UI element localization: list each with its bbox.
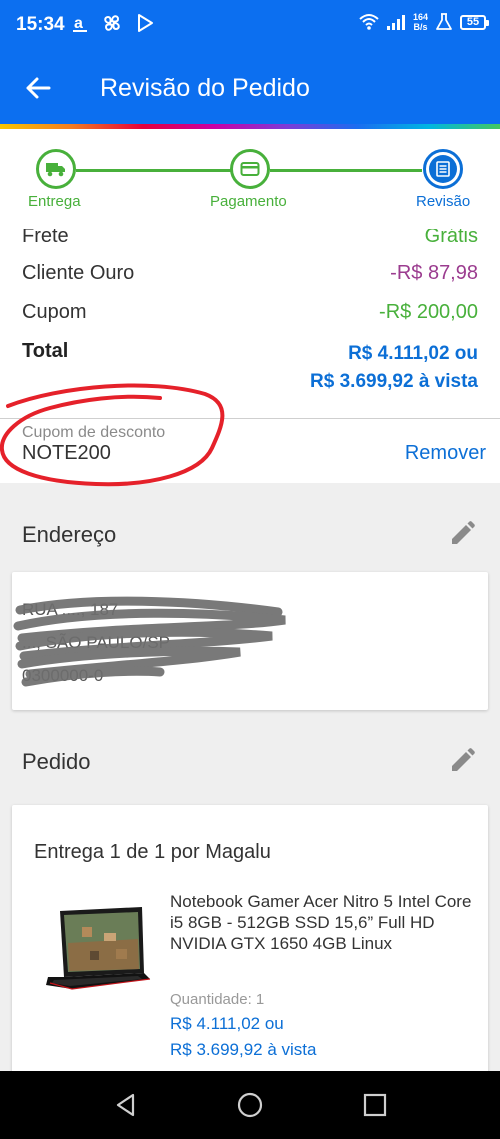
summary-row-cliente-ouro: Cliente Ouro -R$ 87,98 xyxy=(22,262,478,292)
product-name: Notebook Gamer Acer Nitro 5 Intel Core i… xyxy=(170,892,472,953)
step-label-pagamento: Pagamento xyxy=(210,193,287,210)
address-section-title: Endereço xyxy=(22,522,117,547)
total-label: Total xyxy=(22,340,69,362)
page-title: Revisão do Pedido xyxy=(100,74,310,102)
order-card: Entrega 1 de 1 por Magalu Notebook Gamer… xyxy=(12,805,488,1085)
quantity-label: Quantidade: xyxy=(170,991,252,1008)
signal-icon xyxy=(386,15,405,30)
summary-row-total: Total R$ 4.111,02 ou R$ 3.699,92 à vista xyxy=(22,340,478,400)
total-cash: R$ 3.699,92 à vista xyxy=(310,371,478,392)
coupon-field[interactable]: Cupom de desconto NOTE200 Remover xyxy=(0,419,500,483)
cupom-value: -R$ 200,00 xyxy=(379,301,478,323)
edit-order-pencil-icon[interactable] xyxy=(448,747,476,775)
cliente-ouro-label: Cliente Ouro xyxy=(22,262,135,284)
frete-value: Grátis xyxy=(424,229,478,247)
system-nav-bar xyxy=(0,1071,500,1139)
nav-recents-icon[interactable] xyxy=(361,1091,389,1119)
app-bar: Revisão do Pedido xyxy=(0,52,500,124)
product-quantity: Quantidade: 1 xyxy=(170,991,264,1008)
network-speed-unit: B/s xyxy=(413,22,428,32)
delivery-title: Entrega 1 de 1 por Magalu xyxy=(34,841,271,863)
product-price-cash: R$ 3.699,92 à vista xyxy=(170,1040,317,1059)
step-label-revisao: Revisão xyxy=(416,193,471,210)
total-installment: R$ 4.111,02 ou xyxy=(348,343,478,364)
app-a-icon: a xyxy=(73,15,87,32)
battery-icon: 55 xyxy=(460,14,489,30)
total-value: R$ 4.111,02 ou R$ 3.699,92 à vista xyxy=(310,340,478,396)
coupon-code: NOTE200 xyxy=(22,442,111,464)
document-icon xyxy=(436,161,450,177)
summary-row-frete: Frete Grátis xyxy=(22,229,478,255)
network-speed-value: 164 xyxy=(412,12,428,22)
fan-icon xyxy=(104,15,120,31)
coupon-label: Cupom de desconto xyxy=(22,424,166,441)
checkout-stepper: Entrega Pagamento Revisão xyxy=(0,129,500,229)
step-connector-2 xyxy=(270,169,422,172)
wifi-icon xyxy=(359,14,379,30)
svg-text:a: a xyxy=(74,15,83,32)
step-connector-1 xyxy=(76,169,232,172)
frete-label: Frete xyxy=(22,229,69,247)
product-price-installment: R$ 4.111,02 ou xyxy=(170,1014,284,1033)
product-image xyxy=(46,907,151,990)
quantity-value: 1 xyxy=(255,991,265,1008)
step-pagamento[interactable] xyxy=(230,149,270,189)
status-bar: 15:34 a 164 B/s 55 xyxy=(0,0,500,52)
nav-home-icon[interactable] xyxy=(236,1091,264,1119)
status-app-icons: a xyxy=(72,13,154,33)
order-summary: Frete Grátis Cliente Ouro -R$ 87,98 Cupo… xyxy=(0,229,500,419)
step-revisao[interactable] xyxy=(423,149,463,189)
card-icon xyxy=(240,162,260,176)
summary-row-cupom: Cupom -R$ 200,00 xyxy=(22,301,478,331)
remove-coupon-button[interactable]: Remover xyxy=(405,442,486,465)
truck-icon xyxy=(46,163,65,177)
step-entrega[interactable] xyxy=(36,149,76,189)
play-store-icon xyxy=(138,14,153,32)
status-system-icons: 164 B/s 55 xyxy=(359,12,489,32)
step-label-entrega: Entrega xyxy=(28,193,81,210)
address-redaction-scribble xyxy=(13,596,286,687)
nav-back-icon[interactable] xyxy=(112,1091,140,1119)
back-arrow-icon[interactable] xyxy=(24,74,52,102)
network-speed: 164 B/s xyxy=(413,12,428,32)
cliente-ouro-value: -R$ 87,98 xyxy=(390,262,478,284)
cupom-label: Cupom xyxy=(22,301,87,323)
status-time: 15:34 xyxy=(16,14,65,35)
flask-icon xyxy=(436,13,452,30)
edit-address-pencil-icon[interactable] xyxy=(448,520,476,548)
order-section-title: Pedido xyxy=(22,749,91,774)
step-revisao-active-dot xyxy=(429,155,457,183)
